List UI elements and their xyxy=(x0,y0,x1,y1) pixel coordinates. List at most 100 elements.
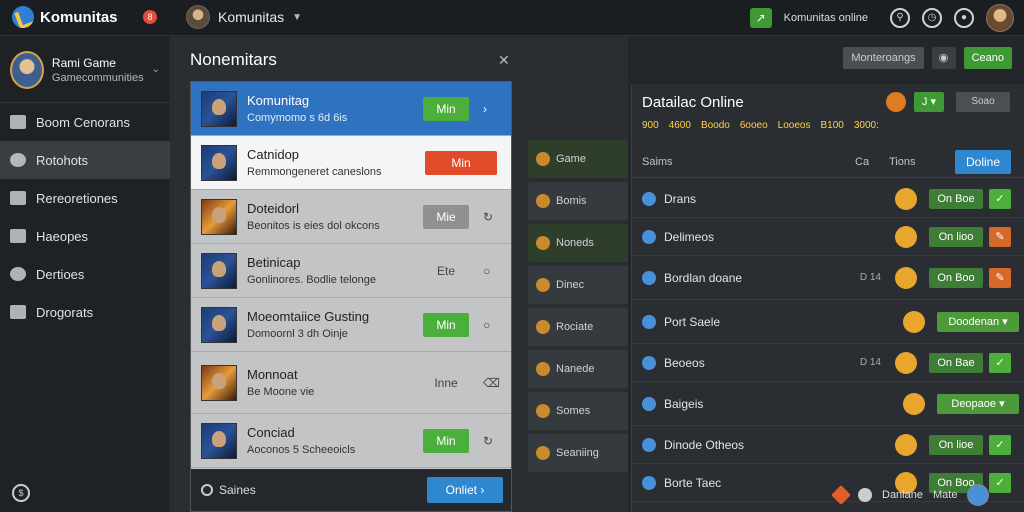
community-row[interactable]: Doteidorl Beonitos is eies dol okcons Mie… xyxy=(191,190,511,244)
settings-icon[interactable]: $ xyxy=(12,484,30,502)
status-badge[interactable]: On lioo xyxy=(929,226,983,247)
category-item[interactable]: Seaniing xyxy=(528,434,628,472)
sidebar-item-4[interactable]: Haeopes xyxy=(0,217,170,255)
status-dropdown-label: Deopaoe xyxy=(951,397,997,410)
chat-icon xyxy=(10,153,26,167)
check-icon[interactable]: ✓ xyxy=(989,188,1011,209)
status-badge[interactable]: On Boo xyxy=(929,267,983,288)
pencil-icon[interactable] xyxy=(831,485,851,505)
circle-icon[interactable]: ○ xyxy=(483,318,497,332)
join-button[interactable]: Inne xyxy=(423,371,469,395)
refresh-icon[interactable]: ↻ xyxy=(483,434,497,448)
panel-filter-button[interactable]: Soao xyxy=(956,92,1010,112)
community-row[interactable]: Moeomtaiice Gusting Domoornl 3 dh Oinje M… xyxy=(191,298,511,352)
table-row[interactable]: Delimeos On lioo ✎ xyxy=(632,218,1024,256)
status-badge[interactable]: On Bae xyxy=(929,352,983,373)
edit-icon[interactable]: ✎ xyxy=(989,226,1011,247)
join-button[interactable]: Min xyxy=(425,150,497,175)
panel-header: Datailac Online J ▾ Soao xyxy=(632,84,1024,120)
category-item[interactable]: Game xyxy=(528,140,628,178)
column-header-b[interactable]: Tions xyxy=(889,156,955,168)
edit-icon[interactable]: ✎ xyxy=(989,267,1011,288)
circle-icon[interactable]: ○ xyxy=(483,264,497,278)
sidebar-item-1[interactable]: Boom Cenorans xyxy=(0,103,170,141)
close-icon[interactable]: ✕ xyxy=(498,52,510,69)
community-row[interactable]: Komunitag Comymomo s 6d 6is Min › xyxy=(191,82,511,136)
sidebar-item-5[interactable]: Dertioes xyxy=(0,255,170,293)
table-row[interactable]: Beoeos D 14 On Bae ✓ xyxy=(632,344,1024,382)
modal-footer-label[interactable]: Saines xyxy=(201,483,427,497)
sidebar-item-6[interactable]: Drogorats xyxy=(0,293,170,331)
ceano-button[interactable]: Ceano xyxy=(963,47,1012,69)
join-button[interactable]: Ete xyxy=(423,259,469,283)
profile-name: Rami Game xyxy=(51,55,116,70)
table-row[interactable]: Bordlan doane D 14 On Boo ✎ xyxy=(632,256,1024,300)
community-row[interactable]: Monnoat Be Moone vie Inne ⌫ xyxy=(191,352,511,414)
status-dropdown[interactable]: Deopaoe ▾ xyxy=(937,393,1019,414)
member-name: Bordlan doane xyxy=(664,270,743,285)
online-status-icon[interactable]: ↗ xyxy=(749,8,772,28)
column-header-name[interactable]: Saims xyxy=(642,156,855,168)
join-button[interactable]: Min xyxy=(423,312,469,337)
community-subtitle: Remmongeneret caneslons xyxy=(247,166,382,178)
table-row[interactable]: Dinode Otheos On lioe ✓ xyxy=(632,426,1024,464)
trash-icon[interactable]: ⌫ xyxy=(483,376,500,390)
sidebar-item-3[interactable]: Rereoretiones xyxy=(0,179,170,217)
category-item[interactable]: Bomis xyxy=(528,182,628,220)
category-item[interactable]: Rociate xyxy=(528,308,628,346)
modal-footer: Saines Onliet › xyxy=(191,469,511,511)
community-switcher[interactable]: Komunitas ▼ xyxy=(186,5,302,29)
bottom-user-name[interactable]: Danlane xyxy=(882,489,923,501)
online-filter-button[interactable]: Doline xyxy=(955,149,1011,174)
monteroangs-button[interactable]: Monteroangs xyxy=(843,47,924,69)
category-item[interactable]: Noneds xyxy=(528,224,628,262)
search-icon[interactable]: ⚲ xyxy=(890,8,910,28)
panel-action-button[interactable]: J ▾ xyxy=(913,92,944,112)
category-item[interactable]: Nanede xyxy=(528,350,628,388)
status-dropdown[interactable]: Doodenan ▾ xyxy=(937,311,1019,332)
lock-icon[interactable]: ● xyxy=(954,8,974,28)
sidebar-item-2[interactable]: Rotohots xyxy=(0,141,170,179)
community-subtitle: Comymomo s 6d 6is xyxy=(247,112,348,124)
bottom-avatar[interactable] xyxy=(967,484,990,506)
bottom-link[interactable]: Mate xyxy=(933,489,957,501)
category-item[interactable]: Somes xyxy=(528,392,628,430)
coin-icon xyxy=(903,392,925,415)
chevron-down-icon[interactable]: ⌄ xyxy=(152,64,160,75)
category-label: Noneds xyxy=(556,237,594,249)
table-row[interactable]: Drans On Boe ✓ xyxy=(632,180,1024,218)
user-avatar[interactable] xyxy=(986,4,1014,32)
status-badge[interactable]: On Boe xyxy=(929,188,983,209)
status-badge[interactable]: On lioe xyxy=(929,434,983,455)
stat-value: 3000: xyxy=(853,120,879,131)
notification-badge[interactable]: 8 xyxy=(143,10,157,24)
profile-card[interactable]: Rami Game Gamecommunities ⌄ xyxy=(0,37,170,103)
join-button[interactable]: Min xyxy=(423,96,469,121)
chevron-right-icon[interactable]: › xyxy=(483,102,497,116)
coin-icon xyxy=(895,187,917,210)
column-header-a[interactable]: Ca xyxy=(855,156,889,168)
community-avatar xyxy=(186,5,210,29)
check-icon[interactable]: ✓ xyxy=(989,352,1011,373)
coin-icon[interactable] xyxy=(885,92,906,112)
category-icon xyxy=(536,194,550,208)
user-icon[interactable] xyxy=(858,488,872,502)
refresh-icon[interactable]: ↻ xyxy=(483,210,497,224)
app-logo[interactable]: Komunitas xyxy=(12,6,118,28)
community-row[interactable]: Betinicap Gonlinores. Bodlie telonge Ete … xyxy=(191,244,511,298)
table-row[interactable]: Baigeis Deopaoe ▾ xyxy=(632,382,1024,426)
globe-icon xyxy=(10,267,26,281)
community-row[interactable]: Conciad Aoconos 5 Scheeoicls Min ↻ xyxy=(191,414,511,468)
category-item[interactable]: Dinec xyxy=(528,266,628,304)
clock-icon[interactable]: ◷ xyxy=(922,8,942,28)
community-row[interactable]: Catnidop Remmongeneret caneslons Min xyxy=(191,136,511,190)
member-icon xyxy=(642,355,656,370)
app-name: Komunitas xyxy=(40,8,118,26)
join-button[interactable]: Min xyxy=(423,428,469,453)
community-subtitle: Beonitos is eies dol okcons xyxy=(247,220,380,232)
check-icon[interactable]: ✓ xyxy=(989,434,1011,455)
join-button[interactable]: Mie xyxy=(423,204,469,229)
table-row[interactable]: Port Saele Doodenan ▾ xyxy=(632,300,1024,344)
compass-icon[interactable]: ◉ xyxy=(931,47,956,69)
online-button[interactable]: Onliet › xyxy=(427,477,503,503)
